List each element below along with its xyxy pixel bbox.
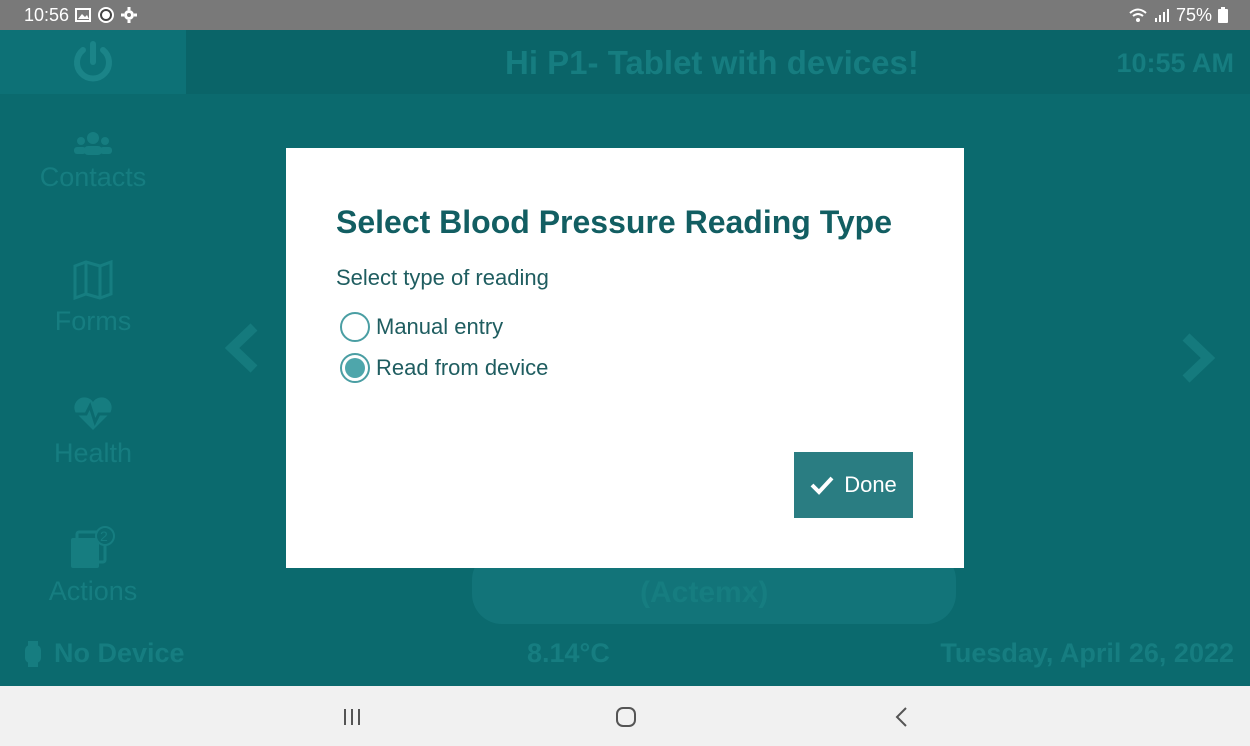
sidebar-item-label: Health bbox=[53, 438, 133, 468]
map-forms-icon bbox=[73, 260, 113, 300]
device-status: No Device bbox=[24, 638, 185, 669]
sidebar-item-label: Contacts bbox=[39, 162, 147, 192]
gallery-icon bbox=[75, 8, 92, 22]
app-header: Hi P1- Tablet with devices! 10:55 AM bbox=[0, 30, 1250, 94]
radio-option-read-from-device[interactable]: Read from device bbox=[340, 353, 548, 383]
battery-icon bbox=[1218, 7, 1228, 23]
watch-icon bbox=[25, 640, 41, 667]
radio-dot bbox=[345, 358, 365, 378]
actions-icon bbox=[71, 526, 115, 568]
reading-type-dialog: Select Blood Pressure Reading Type Selec… bbox=[286, 148, 964, 568]
radio-button-checked[interactable] bbox=[340, 353, 370, 383]
recent-apps-icon bbox=[344, 709, 360, 725]
settings-gear-icon bbox=[121, 7, 138, 23]
sidebar-item-forms[interactable]: Forms bbox=[0, 260, 186, 337]
wifi-icon bbox=[1129, 8, 1147, 22]
app-notification-icon bbox=[98, 7, 115, 23]
radio-label: Manual entry bbox=[376, 314, 504, 339]
previous-arrow[interactable] bbox=[222, 318, 262, 387]
done-button-label: Done bbox=[844, 472, 897, 497]
device-status-label: No Device bbox=[54, 638, 185, 668]
radio-option-manual-entry[interactable]: Manual entry bbox=[340, 312, 503, 342]
home-button[interactable] bbox=[611, 704, 641, 730]
system-navigation-bar bbox=[0, 686, 1250, 746]
status-bar: 10:56 75% bbox=[0, 0, 1250, 30]
actions-badge: 2 bbox=[100, 528, 108, 544]
sidebar-item-health[interactable]: Health bbox=[0, 396, 186, 469]
home-icon bbox=[616, 707, 636, 727]
battery-percent: 75% bbox=[1175, 4, 1212, 25]
back-button[interactable] bbox=[886, 704, 916, 730]
dialog-title: Select Blood Pressure Reading Type bbox=[336, 204, 893, 240]
recent-apps-button[interactable] bbox=[337, 704, 367, 730]
sidebar-item-label: Forms bbox=[54, 306, 132, 336]
radio-label: Read from device bbox=[376, 355, 549, 380]
temperature-readout: 8.14°C bbox=[527, 638, 610, 668]
done-button[interactable]: Done bbox=[794, 452, 913, 518]
radio-button-unchecked[interactable] bbox=[340, 312, 370, 342]
sidebar-item-actions[interactable]: 2 Actions bbox=[0, 526, 186, 607]
back-icon bbox=[895, 707, 907, 727]
header-clock: 10:55 AM bbox=[1116, 48, 1234, 78]
status-time: 10:56 bbox=[24, 4, 70, 25]
chevron-right-icon bbox=[1182, 333, 1216, 383]
sidebar-item-contacts[interactable]: Contacts bbox=[0, 130, 186, 193]
power-button[interactable] bbox=[0, 30, 186, 94]
greeting-title: Hi P1- Tablet with devices! bbox=[505, 44, 919, 81]
sidebar-item-label: Actions bbox=[48, 576, 138, 606]
signal-icon bbox=[1154, 9, 1169, 22]
checkmark-icon bbox=[810, 476, 834, 495]
dialog-subtitle: Select type of reading bbox=[336, 265, 549, 290]
background-card-text: (Actemx) bbox=[640, 576, 769, 609]
date-readout: Tuesday, April 26, 2022 bbox=[940, 638, 1234, 668]
next-arrow[interactable] bbox=[1178, 328, 1218, 397]
chevron-left-icon bbox=[224, 323, 258, 373]
heart-pulse-icon bbox=[74, 397, 112, 430]
power-icon bbox=[74, 41, 112, 82]
contacts-icon bbox=[74, 132, 112, 155]
